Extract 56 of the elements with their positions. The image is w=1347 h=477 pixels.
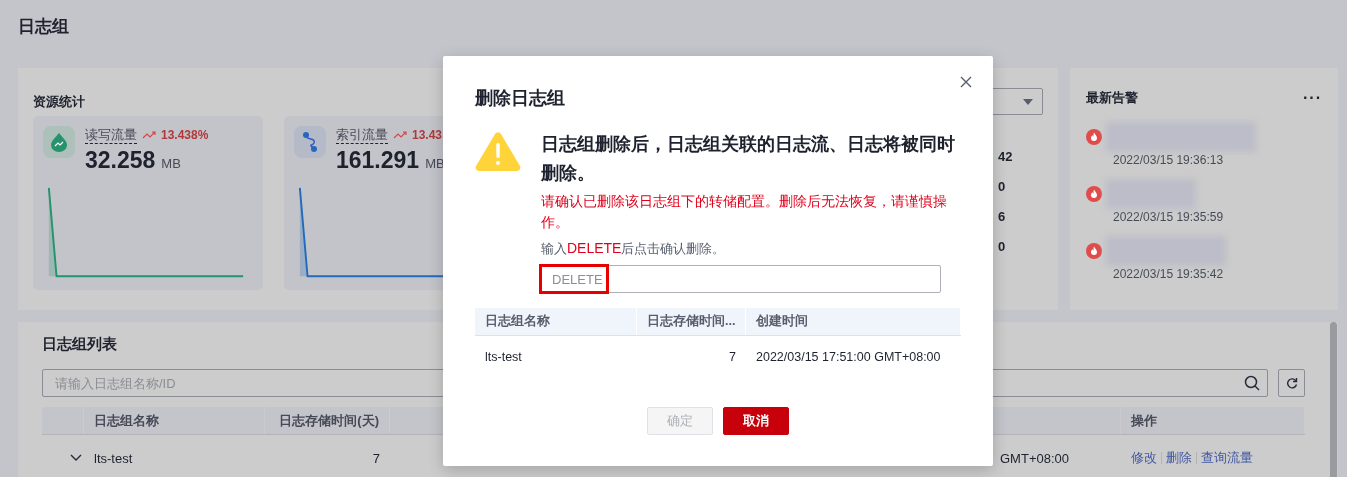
trend-percent: 13.43 [412,128,443,142]
search-icon [1244,375,1260,391]
fire-icon [1086,186,1102,202]
action-link[interactable]: 修改 [1131,449,1157,467]
caret-icon [1023,98,1033,105]
trend-percent: 13.438% [161,128,209,142]
stat-unit: MB [425,156,445,171]
column-header: 日志存储时间... [637,308,746,335]
stat-value: 32.258 [85,146,156,174]
notice-text: 请确认已删除该日志组下的转储配置。删除后无法恢复，请谨慎操作。 [541,192,948,232]
stat-count: 6 [998,208,1006,226]
chevron-icon[interactable] [70,454,82,462]
stat-count: 0 [998,178,1006,196]
stat-icon [43,126,75,158]
table-cell: lts-test [485,350,522,364]
close-icon[interactable] [960,76,972,88]
dialog-title: 删除日志组 [475,87,565,110]
warning-message: 日志组删除后，日志组关联的日志流、日志将被同时删除。 [541,133,956,185]
warning-icon [475,131,521,171]
card-title: 日志组列表 [42,334,117,354]
table-cell: lts-test [94,450,133,466]
card-title: 最新告警 [1086,89,1138,107]
refresh-button[interactable] [1278,369,1305,397]
column-header: 日志组名称 [84,407,265,434]
stat-label[interactable]: 索引流量 [336,126,388,144]
trend-up-icon [393,131,407,139]
alert-time: 2022/03/15 19:35:59 [1113,210,1225,225]
refresh-icon [1285,377,1298,389]
stat-count: 42 [998,148,1013,166]
cancel-button[interactable]: 取消 [723,407,789,435]
highlight-overlay [539,264,609,294]
page-title: 日志组 [18,16,69,38]
scrollbar[interactable] [1330,322,1337,477]
stat-icon [294,126,326,158]
stat-count: 0 [998,238,1006,256]
card-title: 资源统计 [33,92,85,111]
action-link[interactable]: 查询流量 [1201,449,1253,467]
stat-unit: MB [161,156,181,171]
stat-label[interactable]: 读写流量 [85,126,137,144]
column-header: 日志组名称 [475,308,637,335]
table-cell: GMT+08:00 [1000,450,1069,466]
more-button[interactable]: ··· [1303,89,1322,107]
column-header: 创建时间 [746,308,961,335]
table-cell: 7 [372,450,380,466]
alert-time: 2022/03/15 19:36:13 [1113,153,1225,168]
table-cell: 2022/03/15 17:51:00 GMT+08:00 [756,350,941,364]
fire-icon [1086,129,1102,145]
fire-icon [1086,243,1102,259]
trend-up-icon [142,131,156,139]
alert-time: 2022/03/15 19:35:42 [1113,267,1225,282]
column-header: 日志存储时间(天) [265,407,390,434]
action-link[interactable]: 删除 [1166,449,1192,467]
table-cell: 7 [729,350,736,364]
instruction-text: 输入DELETE后点击确认删除。 [541,239,726,258]
stat-value: 161.291 [336,146,420,174]
column-header: 操作 [1121,407,1305,434]
